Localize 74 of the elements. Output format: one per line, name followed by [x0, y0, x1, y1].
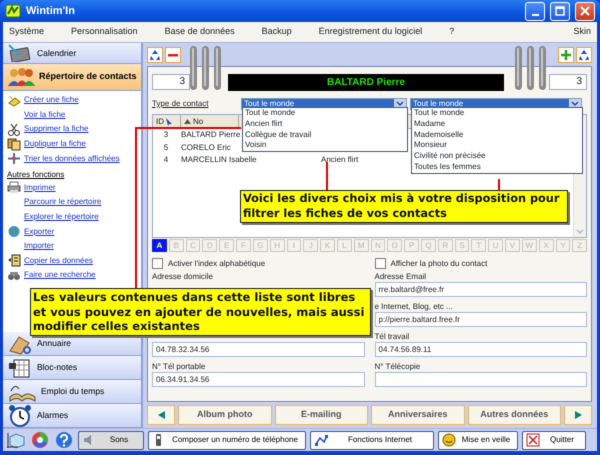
field-label: N° Tél portable [152, 361, 206, 372]
sidebar-link[interactable]: Créer une fiche [24, 94, 79, 106]
dropdown-option[interactable]: Toutes les femmes [414, 162, 580, 173]
status-button[interactable]: Composer un numéro de téléphone [148, 430, 306, 450]
sidebar-link[interactable]: Exporter [24, 226, 54, 238]
sidebar-item[interactable]: Emploi du temps [3, 380, 141, 404]
column-header[interactable]: ID [153, 115, 181, 128]
dropdown-option[interactable]: Ancien flirt [245, 118, 405, 130]
record-number-field[interactable]: 3 [152, 74, 190, 90]
input-field[interactable]: 06.34.91.34.56 [152, 372, 364, 387]
field-label: Tél travail [374, 331, 410, 342]
checkbox-label: Afficher la photo du contact [390, 258, 488, 270]
column-header[interactable]: No [181, 115, 239, 128]
dropdown-option[interactable]: Mademoiselle [414, 130, 580, 140]
status-button[interactable]: Quitter [522, 430, 586, 450]
dropdown-option[interactable]: Tout le monde [245, 108, 405, 119]
record-count-field[interactable]: 3 [549, 74, 587, 90]
sidebar-link[interactable]: Dupliquer la fiche [24, 138, 86, 150]
callout-tooltip: Les valeurs contenues dans cette liste sont libres et vous pouvez en ajouter de nouvelles, mais aussi modifier celles existantes [30, 288, 371, 336]
status-button[interactable]: Mise en veille [438, 430, 518, 450]
dropdown-option[interactable]: Voisin [245, 140, 405, 152]
filter-label: Type de contact [152, 98, 210, 110]
menu-item[interactable]: Base de données [164, 25, 235, 39]
skin-menu[interactable]: Skin [573, 25, 591, 39]
menu-item[interactable]: Enregistrement du logiciel [318, 25, 422, 39]
table-cell: BALTARD Pierre [181, 130, 240, 140]
menu-item[interactable]: Système [9, 25, 44, 39]
sidebar-item[interactable]: Calendrier [3, 43, 141, 64]
table-cell-text: 5 [162, 142, 170, 154]
field-label: Adresse domicile [152, 271, 214, 282]
letter-tab[interactable]: A [152, 239, 167, 252]
dropdown-option[interactable]: Tout le monde [414, 108, 580, 119]
dropdown-option[interactable]: Madame [414, 118, 580, 130]
dropdown-option[interactable]: Collègue de travail [245, 130, 405, 140]
callout-tooltip: Voici les divers choix mis à votre disposition pour filtrer les fiches de vos contacts [240, 190, 568, 223]
section-heading: Autres fonctions [7, 169, 64, 182]
tab-button[interactable]: Anniversaires [371, 405, 464, 425]
window-title: Wintim'In [26, 4, 75, 19]
table-cell-text: 4 [162, 154, 170, 166]
menu-item[interactable]: ? [449, 25, 454, 39]
table-cell-text: 3 [162, 129, 170, 142]
field-label: N° Télécopie [374, 361, 422, 372]
sidebar-item[interactable]: Répertoire de contacts [3, 64, 141, 91]
sidebar-item[interactable]: Alarmes [3, 404, 141, 428]
sidebar-link[interactable]: Copier les données [24, 254, 93, 267]
tab-button[interactable]: E-mailing [274, 405, 368, 425]
input-field[interactable]: rre.baltard@free.fr [374, 282, 587, 297]
menu-item[interactable]: Personnalisation [71, 25, 138, 39]
tab-button[interactable]: Album photo [178, 405, 272, 425]
sidebar-link[interactable]: Faire une recherche [24, 269, 96, 282]
sidebar-link[interactable]: Importer [24, 240, 54, 252]
table-cell: MARCELLIN Isabelle [181, 155, 257, 164]
sidebar-link[interactable]: Explorer le répertoire [24, 211, 99, 224]
dropdown-option[interactable]: Civilité non précisée [414, 151, 580, 162]
table-cell: Ancien flirt [321, 155, 358, 164]
contact-name-bar: BALTARD Pierre [228, 74, 504, 90]
input-field[interactable]: 04.74.56.89.11 [374, 342, 587, 357]
field-label: Adresse Email [374, 271, 428, 282]
sidebar-link[interactable]: Trier les données affichées [24, 152, 120, 165]
sidebar-link[interactable]: Parcourir le répertoire [24, 196, 102, 208]
status-button[interactable]: Sons [78, 430, 144, 450]
sidebar-item[interactable]: Bloc-notes [3, 356, 141, 380]
tab-button[interactable]: Autres données [468, 405, 561, 425]
sidebar-link[interactable]: Voir la fiche [24, 108, 66, 121]
menu-item[interactable]: Backup [262, 25, 292, 39]
table-cell: CORELO Eric [181, 142, 231, 152]
dropdown-option[interactable]: Monsieur [414, 140, 580, 152]
field-label: e Internet, Blog, etc ... [374, 301, 454, 312]
status-button[interactable]: Fonctions Internet [310, 430, 434, 450]
sidebar-link[interactable]: Imprimer [24, 182, 56, 194]
input-field[interactable]: p://pierre.baltard.free.fr [374, 312, 587, 327]
checkbox-label: Activer l'index alphabétique [168, 258, 266, 270]
sidebar-link[interactable]: Supprimer la fiche [24, 123, 88, 136]
input-field[interactable]: 04.78.32.34.56 [152, 342, 364, 357]
